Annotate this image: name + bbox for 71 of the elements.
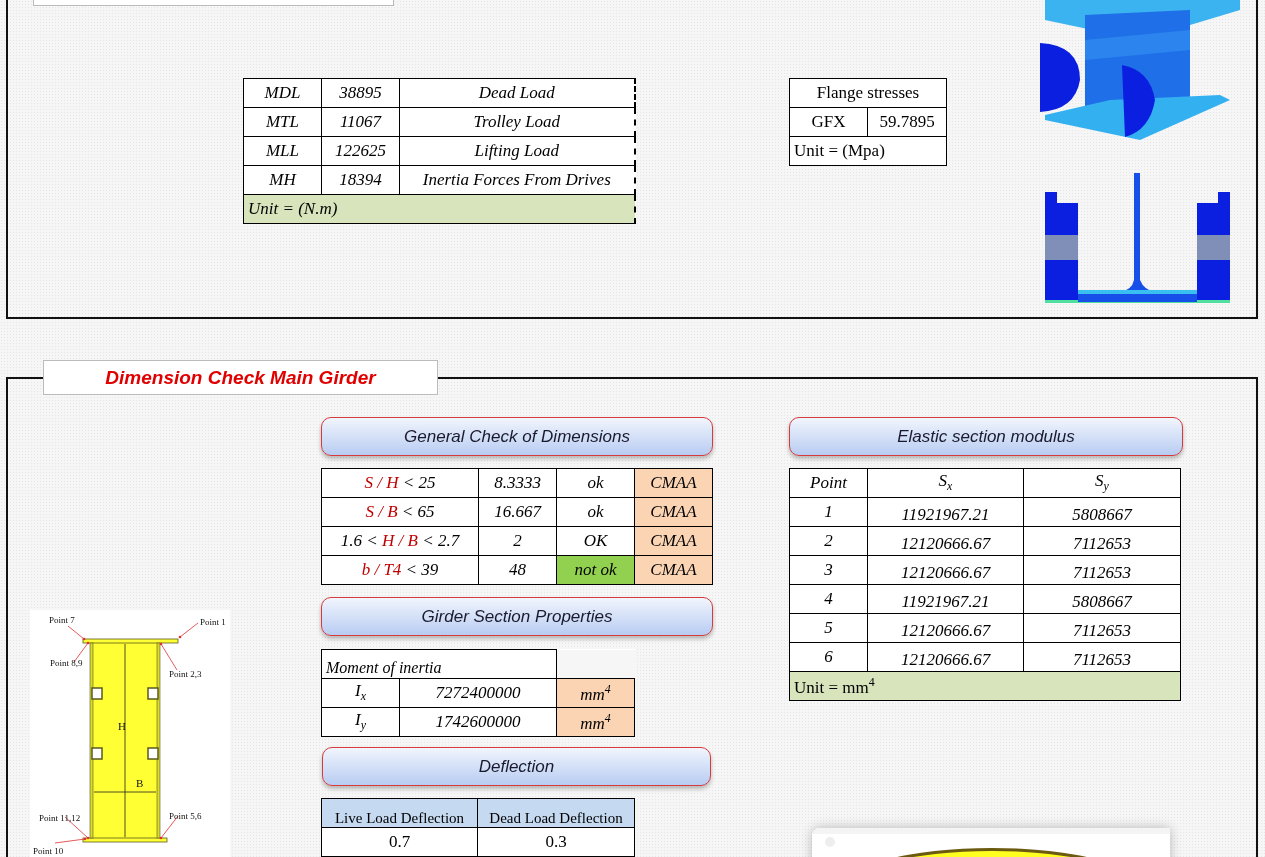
code-cell: CMAA [634,468,713,498]
table-header: Flange stresses [789,78,947,108]
table-cell: 5808667 [1023,584,1181,614]
table-cell: 2 [789,526,868,556]
table-cell: 38895 [321,78,400,108]
code-cell: CMAA [634,555,713,585]
table-cell: 16.667 [478,497,557,527]
section-header: Girder Section Properties [321,597,713,636]
table-cell: 0.7 [321,827,478,857]
unit-cell: Unit = mm$^{4}$ [789,671,1181,701]
table-cell: 18394 [321,165,400,195]
table-cell: 7112653 [1023,642,1181,672]
section-header: Deflection [322,747,711,786]
table-cell: 12120666.67 [867,526,1024,556]
table-cell: 12120666.67 [867,555,1024,585]
table-cell: 3 [789,555,868,585]
table-cell: 4 [789,584,868,614]
table-cell: 7112653 [1023,526,1181,556]
table-cell: 59.7895 [867,107,947,137]
table-cell: 48 [478,555,557,585]
table-cell: 5 [789,613,868,643]
ratio-condition: S / B < 65 [321,497,479,527]
table-cell: 11921967.21 [867,497,1024,527]
code-cell: CMAA [634,526,713,556]
result-cell: ok [556,497,635,527]
table-cell: 11067 [321,107,400,137]
table-cell: 11921967.21 [867,584,1024,614]
table-cell: 7112653 [1023,613,1181,643]
table-header: Moment of inertia [321,649,557,679]
girder-section-drawing: Point 7 Point 1 Point 8,9 Point 2,3 H B Point 11,12 Point 5,6 Point 10 [30,610,230,857]
table-cell: GFX [789,107,868,137]
table-cell: 1 [789,497,868,527]
result-cell: ok [556,468,635,498]
column-header: Point [789,468,868,498]
symbol-cell: MLL [243,136,322,166]
column-header: S$_{x}$ [867,468,1024,498]
ratio-condition: 1.6 < H / B < 2.7 [321,526,479,556]
result-cell: not ok [556,555,635,585]
code-cell: CMAA [634,497,713,527]
section-header: Elastic section modulus [789,417,1183,456]
table-cell: 7272400000 [399,678,557,708]
symbol-cell: MTL [243,107,322,137]
ratio-condition: b / T4 < 39 [321,555,479,585]
unit-cell: mm$^{4}$ [556,707,635,737]
table-cell: 7112653 [1023,555,1181,585]
table-cell: 2 [478,526,557,556]
description-cell: Dead Load [399,78,635,108]
table-cell: 0.3 [477,827,635,857]
table-cell: 122625 [321,136,400,166]
table-cell: 5808667 [1023,497,1181,527]
unit-cell: mm$^{4}$ [556,678,635,708]
column-header: Dead Load Deflection [477,798,635,828]
column-header: Live Load Deflection [321,798,478,828]
ratio-condition: S / H < 25 [321,468,479,498]
table-cell: 12120666.67 [867,613,1024,643]
result-cell: OK [556,526,635,556]
symbol-cell: MH [243,165,322,195]
section-header: General Check of Dimensions [321,417,713,456]
column-header: S$_{y}$ [1023,468,1181,498]
unit-cell: Unit = (Mpa) [789,136,947,166]
table-cell: 6 [789,642,868,672]
symbol-cell: MDL [243,78,322,108]
symbol-cell: I$_{x}$ [321,678,400,708]
unit-cell: Unit = (N.m) [243,194,635,224]
description-cell: Lifting Load [399,136,635,166]
table-cell: 1742600000 [399,707,557,737]
section-title: Dimension Check Main Girder [105,366,376,389]
symbol-cell: I$_{y}$ [321,707,400,737]
table-cell: 8.3333 [478,468,557,498]
table-cell: 12120666.67 [867,642,1024,672]
description-cell: Trolley Load [399,107,635,137]
